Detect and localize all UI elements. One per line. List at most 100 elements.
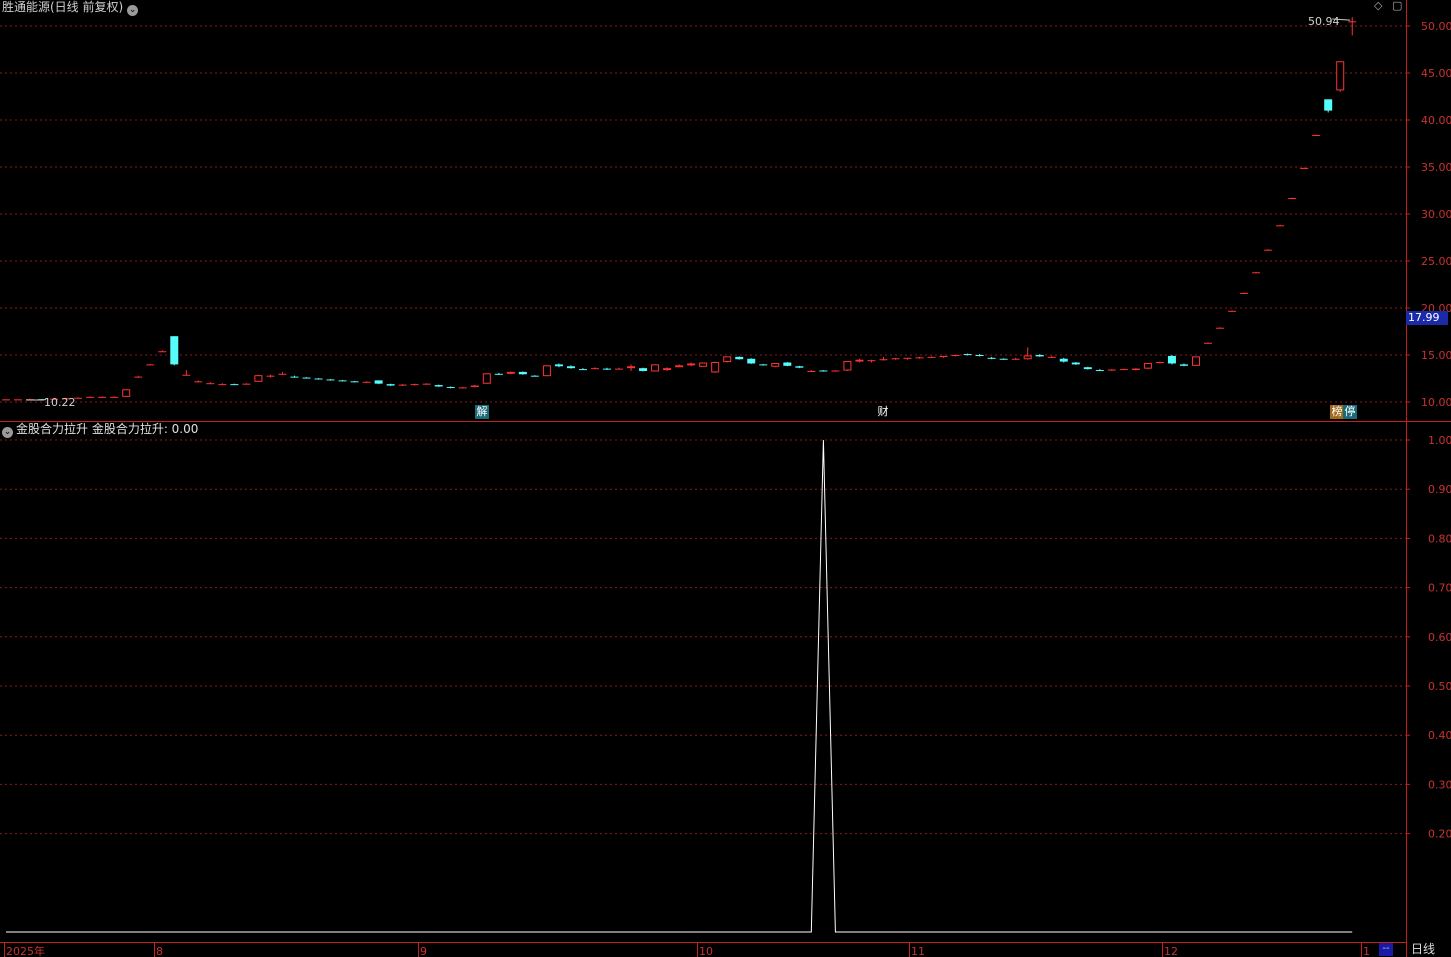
candle-body <box>1083 367 1092 370</box>
indicator-title-text: 金股合力拉升 金股合力拉升: 0.00 <box>16 422 199 436</box>
candle-body <box>254 375 263 382</box>
candle-body <box>230 384 239 386</box>
candle-body <box>879 359 888 361</box>
candle-body <box>783 362 792 366</box>
candle-body <box>1348 21 1357 23</box>
candle-body <box>1228 310 1237 312</box>
candle-body <box>434 385 443 387</box>
candle-body <box>1011 358 1020 360</box>
candle-body <box>999 358 1008 360</box>
candle-body <box>747 358 756 364</box>
time-tick-label: 9 <box>420 945 427 957</box>
candle-body <box>218 384 227 386</box>
candle-body <box>1155 362 1164 364</box>
candle-body <box>326 379 335 381</box>
candle-body <box>795 366 804 368</box>
stock-title[interactable]: 胜通能源(日线 前复权) ⌄ <box>2 0 141 16</box>
candle-body <box>242 383 251 385</box>
candle-body <box>146 364 155 366</box>
low-price-label: 10.22 <box>44 396 76 409</box>
candle-body <box>843 361 852 371</box>
candle-body <box>302 377 311 379</box>
indicator-tick-label: 1.00 <box>1428 434 1451 447</box>
time-tick-label: 2025年 <box>6 944 45 957</box>
candle-body <box>699 362 708 367</box>
price-tick-label: 15.00 <box>1421 349 1451 362</box>
candle-body <box>530 375 539 377</box>
candle-body <box>566 366 575 369</box>
chevron-down-icon[interactable]: ⌄ <box>127 5 139 16</box>
event-marker-list[interactable]: 榜 <box>1330 405 1344 419</box>
candle-body <box>314 378 323 380</box>
candle-body <box>1324 99 1333 111</box>
diamond-icon[interactable]: ◇ <box>1374 0 1382 12</box>
candle-body <box>855 359 864 362</box>
candle-body <box>963 354 972 356</box>
candle-body <box>951 355 960 356</box>
candle-body <box>110 396 119 398</box>
candle-body <box>446 386 455 388</box>
window-icon[interactable]: ▢ <box>1392 0 1402 12</box>
candle-body <box>1143 362 1152 369</box>
time-tick-label: 11 <box>911 945 925 957</box>
price-tick-label: 45.00 <box>1421 67 1451 80</box>
candle-body <box>663 368 672 371</box>
event-marker-halt[interactable]: 停 <box>1343 405 1357 419</box>
candle-body <box>975 355 984 356</box>
candle-body <box>1059 358 1068 362</box>
candle-body <box>506 371 515 374</box>
indicator-tick-label: 0.50 <box>1428 680 1451 693</box>
candle-body <box>1204 342 1212 344</box>
candle-body <box>1179 364 1188 366</box>
candle-body <box>1119 369 1128 371</box>
candle-body <box>350 381 359 383</box>
candle-body <box>14 399 23 401</box>
candle-body <box>1276 225 1285 227</box>
dash-button[interactable]: -- <box>1379 943 1393 956</box>
candle-body <box>398 384 407 386</box>
candle-body <box>807 370 816 372</box>
time-tick-label: 12 <box>1164 945 1178 957</box>
candle-body <box>639 368 648 371</box>
candle-body <box>819 370 828 372</box>
current-price-label: 17.99 <box>1406 311 1448 325</box>
candle-body <box>675 365 684 368</box>
candle-body <box>927 356 936 358</box>
candle-body <box>1167 355 1176 364</box>
candle-body <box>422 383 431 385</box>
candle-body <box>915 357 924 359</box>
candle-body <box>987 357 996 359</box>
daily-period-button[interactable]: 日线 <box>1411 942 1435 957</box>
candle-body <box>206 383 215 385</box>
candle-body <box>1107 369 1116 371</box>
indicator-tick-label: 0.20 <box>1428 828 1451 841</box>
candle-body <box>1216 327 1225 329</box>
candle-body <box>374 380 383 384</box>
indicator-title[interactable]: ⌄ 金股合力拉升 金股合力拉升: 0.00 <box>2 422 198 438</box>
candle-body <box>182 374 191 376</box>
candle-body <box>542 365 551 377</box>
chevron-down-icon[interactable]: ⌄ <box>2 427 13 438</box>
candle-body <box>1264 249 1273 251</box>
candle-body <box>651 364 660 372</box>
candle-body <box>711 362 720 373</box>
candle-body <box>627 366 636 369</box>
candle-body <box>687 363 696 366</box>
event-marker-finance[interactable]: 财 <box>876 405 890 419</box>
candle-body <box>482 373 491 384</box>
candle-body <box>1336 61 1345 91</box>
indicator-tick-label: 0.60 <box>1428 631 1451 644</box>
indicator-tick-label: 0.30 <box>1428 778 1451 791</box>
candle-body <box>603 368 611 370</box>
candle-body <box>1288 198 1297 200</box>
candle-body <box>2 399 10 401</box>
candle-body <box>470 385 479 387</box>
event-marker-unlock[interactable]: 解 <box>475 405 489 419</box>
candle-body <box>831 370 840 372</box>
price-tick-label: 30.00 <box>1421 208 1451 221</box>
candle-body <box>1047 356 1056 358</box>
candle-body <box>590 368 599 370</box>
candle-body <box>170 336 179 365</box>
price-tick-label: 10.00 <box>1421 396 1451 409</box>
chart-canvas: 10.0015.0020.0025.0030.0035.0040.0045.00… <box>0 0 1451 957</box>
